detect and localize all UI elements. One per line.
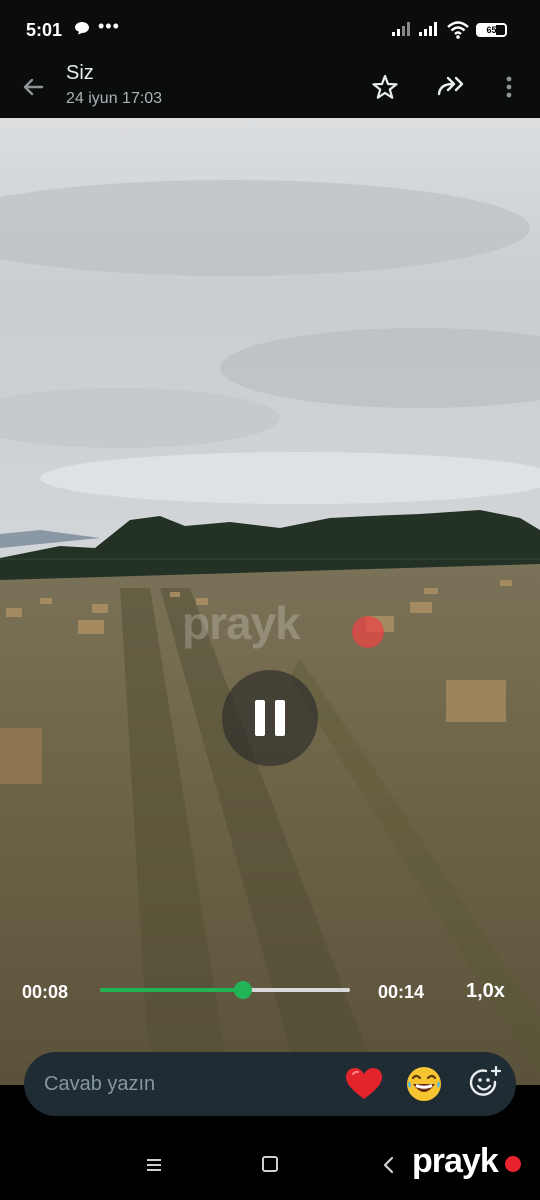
status-time: 5:01	[26, 20, 63, 40]
home-icon[interactable]	[262, 1156, 278, 1172]
pause-button[interactable]	[222, 670, 318, 766]
pause-icon	[255, 700, 265, 736]
elapsed-time: 00:08	[22, 982, 69, 1002]
forward-icon[interactable]	[434, 72, 468, 102]
laugh-icon[interactable]	[404, 1064, 444, 1104]
seek-progress	[100, 988, 243, 992]
video-player[interactable]: prayk	[0, 118, 540, 1085]
star-icon[interactable]	[370, 72, 400, 102]
wifi-icon	[447, 21, 469, 39]
heart-icon[interactable]	[344, 1066, 384, 1102]
watermark-dot	[352, 616, 384, 648]
signal-icon	[419, 22, 437, 36]
playback-speed-button[interactable]: 1,0x	[466, 980, 505, 1003]
top-app-bar: Siz 24 iyun 17:03	[0, 60, 540, 118]
seek-thumb[interactable]	[233, 981, 252, 999]
more-vert-icon[interactable]	[498, 72, 520, 102]
battery-level: 65	[486, 25, 497, 35]
chat-title: Siz	[66, 62, 94, 84]
back-arrow-icon[interactable]	[18, 72, 48, 102]
status-bar: 5:01 ••• 65	[0, 0, 540, 60]
brand-logo: prayk	[412, 1142, 499, 1180]
seek-bar[interactable]	[100, 981, 350, 999]
watermark-text: prayk	[182, 597, 301, 649]
nav-back-icon[interactable]	[382, 1156, 396, 1174]
total-time: 00:14	[378, 982, 425, 1002]
signal-icon	[392, 22, 410, 36]
emoji-add-icon[interactable]	[468, 1066, 502, 1100]
message-timestamp: 24 iyun 17:03	[66, 90, 163, 107]
status-more-icon: •••	[98, 16, 120, 36]
chat-bubble-icon	[75, 22, 89, 35]
reply-input[interactable]	[44, 1066, 344, 1102]
reply-bar	[24, 1052, 516, 1116]
brand-logo-dot	[505, 1156, 521, 1172]
recent-apps-icon[interactable]	[145, 1158, 163, 1172]
battery-indicator: 65	[476, 23, 507, 37]
